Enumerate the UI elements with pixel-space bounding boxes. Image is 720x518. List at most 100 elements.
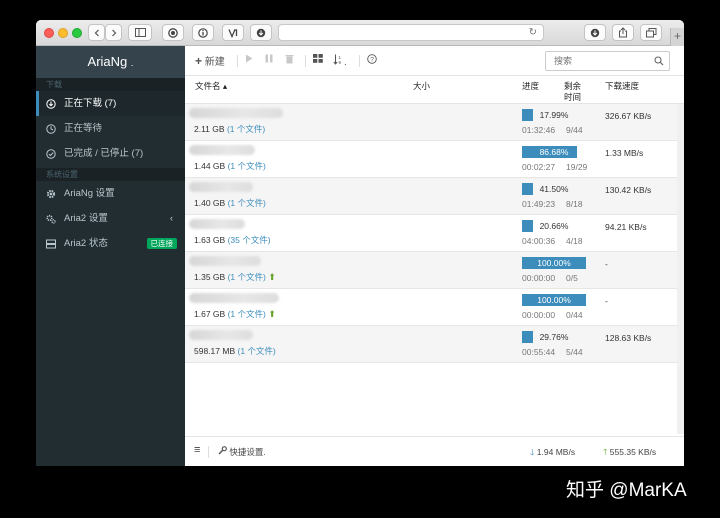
gears-icon bbox=[46, 214, 56, 224]
svg-text:9: 9 bbox=[339, 60, 342, 65]
column-header-size[interactable]: 大小 bbox=[413, 81, 430, 92]
download-speed-cell: 1.33 MB/s bbox=[605, 148, 644, 158]
sidebar-item-label: 已完成 / 已停止 (7) bbox=[64, 148, 144, 159]
download-speed-value: 1.94 MB/s bbox=[536, 447, 576, 457]
close-window-button[interactable] bbox=[44, 28, 54, 38]
check-circle-icon bbox=[46, 149, 56, 159]
progress-bar: 29.76% bbox=[522, 331, 586, 343]
sidebar-item-waiting[interactable]: 正在等待 bbox=[36, 116, 185, 141]
column-header-progress[interactable]: 进度 bbox=[522, 81, 539, 92]
start-button[interactable] bbox=[245, 54, 253, 68]
remaining-time: 00:55:44 bbox=[522, 347, 556, 357]
download-speed-cell: 130.42 KB/s bbox=[605, 185, 652, 195]
file-count-link[interactable]: (35 个文件) bbox=[228, 235, 271, 245]
download-circle-icon bbox=[46, 99, 56, 109]
table-row[interactable]: 1.40 GB (1 个文件) 41.50% 01:49:23 8/18 130.42 … bbox=[185, 178, 677, 215]
quick-settings-button[interactable]: 快捷设置. bbox=[218, 446, 266, 458]
sidebar-item-aria2-settings[interactable]: Aria2 设置 ‹ bbox=[36, 206, 185, 231]
help-button[interactable]: ? bbox=[367, 54, 377, 68]
file-count-link[interactable]: (1 个文件) bbox=[238, 346, 276, 356]
vimium-icon bbox=[228, 28, 238, 38]
table-row[interactable]: 1.67 GB (1 个文件) ⬆ 100.00% 00:00:00 0/44 - bbox=[185, 289, 677, 326]
sidebar-item-downloading[interactable]: 正在下载 (7) bbox=[36, 91, 185, 116]
remaining-time: 00:02:27 bbox=[522, 162, 556, 172]
table-header: 文件名 ▴ 大小 进度 剩余 时间 下载速度 bbox=[185, 76, 684, 104]
minimize-window-button[interactable] bbox=[58, 28, 68, 38]
extension-button-1[interactable] bbox=[162, 24, 184, 41]
remaining-time: 00:00:00 bbox=[522, 310, 556, 320]
task-name-blurred bbox=[189, 256, 261, 266]
extension-button-2[interactable] bbox=[192, 24, 214, 41]
new-tab-button[interactable]: + bbox=[670, 28, 684, 46]
extension-button-4[interactable] bbox=[250, 24, 272, 41]
progress-bar: 100.00% bbox=[522, 294, 586, 306]
progress-text: 100.00% bbox=[537, 295, 571, 305]
progress-text: 86.68% bbox=[539, 147, 569, 157]
size-value: 598.17 MB bbox=[194, 346, 236, 356]
address-bar[interactable]: ↻ bbox=[278, 24, 544, 41]
clock-icon bbox=[46, 124, 56, 134]
task-size: 1.35 GB (1 个文件) ⬆ bbox=[194, 271, 276, 283]
file-count-link[interactable]: (1 个文件) bbox=[228, 198, 266, 208]
task-size: 598.17 MB (1 个文件) bbox=[194, 345, 276, 357]
sidebar-item-label: Aria2 状态 bbox=[64, 238, 108, 249]
search-icon[interactable] bbox=[654, 56, 664, 66]
sidebar-item-label: 正在等待 bbox=[64, 123, 103, 134]
column-header-speed[interactable]: 下载速度 bbox=[605, 81, 639, 92]
table-row[interactable]: 598.17 MB (1 个文件) 29.76% 00:55:44 5/44 128.6… bbox=[185, 326, 677, 363]
delete-button[interactable] bbox=[285, 54, 294, 68]
download-speed-cell: - bbox=[605, 296, 608, 306]
upload-speed: 🡑 555.35 KB/s bbox=[603, 446, 656, 458]
table-row[interactable]: 1.44 GB (1 个文件) 86.68% 00:02:27 19/29 1.33 M… bbox=[185, 141, 677, 178]
browser-window: ↻ + AriaNg . 下载 正在下载 (7) 正在等待 已完成 / 已停止 … bbox=[36, 20, 684, 466]
remaining-time: 01:32:46 bbox=[522, 125, 556, 135]
footer-divider bbox=[208, 446, 209, 458]
task-name-blurred bbox=[189, 108, 283, 118]
table-row[interactable]: 1.63 GB (35 个文件) 20.66% 04:00:36 4/18 94.21 … bbox=[185, 215, 677, 252]
sort-dropdown-indicator: . bbox=[344, 57, 347, 68]
sort-button[interactable]: 19. bbox=[333, 54, 347, 68]
back-button[interactable] bbox=[88, 24, 105, 41]
title-bar: ↻ + bbox=[36, 20, 684, 46]
progress-text: 41.50% bbox=[539, 184, 569, 194]
file-count-link[interactable]: (1 个文件) bbox=[228, 309, 266, 319]
extension-button-3[interactable] bbox=[222, 24, 244, 41]
reload-icon[interactable]: ↻ bbox=[529, 27, 537, 38]
column-header-remaining[interactable]: 剩余 时间 bbox=[564, 81, 581, 103]
tabs-button[interactable] bbox=[640, 24, 662, 41]
connections-count: 8/18 bbox=[566, 199, 583, 209]
search-input[interactable] bbox=[545, 51, 670, 71]
connections-count: 9/44 bbox=[566, 125, 583, 135]
zoom-window-button[interactable] bbox=[72, 28, 82, 38]
sidebar-item-stopped[interactable]: 已完成 / 已停止 (7) bbox=[36, 141, 185, 166]
app-logo[interactable]: AriaNg . bbox=[36, 46, 185, 78]
sidebar-toggle-button[interactable] bbox=[128, 24, 152, 41]
table-row[interactable]: 2.11 GB (1 个文件) 17.99% 01:32:46 9/44 326.67 … bbox=[185, 104, 677, 141]
info-icon bbox=[198, 27, 208, 38]
table-row[interactable]: 1.35 GB (1 个文件) ⬆ 100.00% 00:00:00 0/5 - bbox=[185, 252, 677, 289]
size-value: 1.35 GB bbox=[194, 272, 226, 282]
column-header-name[interactable]: 文件名 ▴ bbox=[195, 81, 227, 92]
downloads-button[interactable] bbox=[584, 24, 606, 41]
file-count-link[interactable]: (1 个文件) bbox=[227, 124, 265, 134]
grid-icon bbox=[313, 54, 323, 63]
share-button[interactable] bbox=[612, 24, 634, 41]
record-icon bbox=[168, 27, 178, 38]
new-task-button[interactable]: + 新建 bbox=[195, 54, 225, 68]
task-size: 1.44 GB (1 个文件) bbox=[194, 160, 266, 172]
task-name-blurred bbox=[189, 293, 279, 303]
download-speed-cell: 128.63 KB/s bbox=[605, 333, 652, 343]
file-count-link[interactable]: (1 个文件) bbox=[228, 161, 266, 171]
chevron-right-icon bbox=[111, 29, 116, 36]
gear-icon bbox=[46, 189, 56, 199]
file-count-link[interactable]: (1 个文件) bbox=[228, 272, 266, 282]
forward-button[interactable] bbox=[105, 24, 122, 41]
menu-icon[interactable]: ≡ bbox=[194, 444, 200, 456]
size-value: 1.67 GB bbox=[194, 309, 226, 319]
chevron-left-icon bbox=[94, 29, 99, 36]
scrollbar[interactable] bbox=[677, 104, 684, 434]
sidebar-item-ariang-settings[interactable]: AriaNg 设置 bbox=[36, 181, 185, 206]
display-mode-button[interactable] bbox=[313, 54, 323, 68]
pause-button[interactable] bbox=[265, 54, 273, 68]
sidebar-item-aria2-status[interactable]: Aria2 状态 已连接 bbox=[36, 231, 185, 256]
